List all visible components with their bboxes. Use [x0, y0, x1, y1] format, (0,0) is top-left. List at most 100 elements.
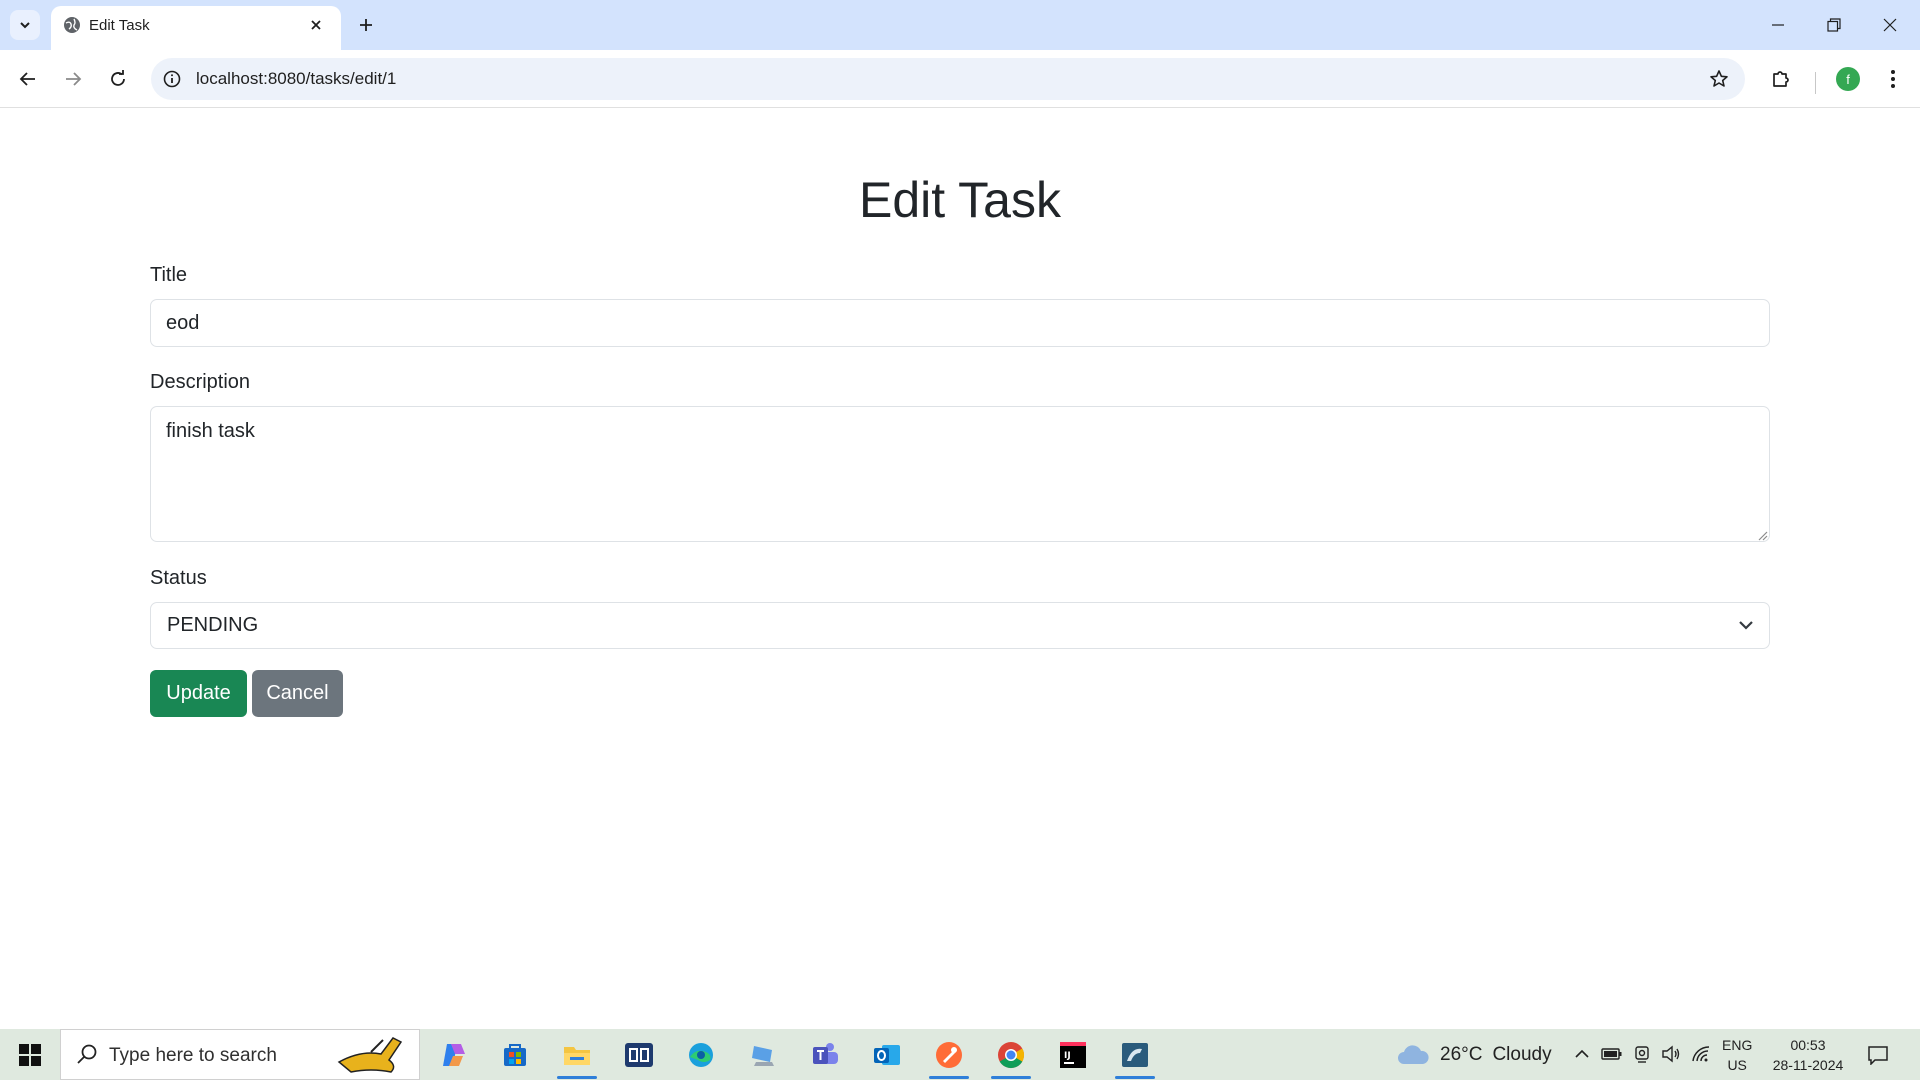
chrome-icon: [998, 1041, 1025, 1068]
chevron-up-icon: [1575, 1049, 1589, 1058]
browser-tabstrip: Edit Task: [0, 0, 1920, 50]
speaker-icon: [1662, 1045, 1680, 1063]
battery-icon: [1601, 1048, 1622, 1060]
notification-center-button[interactable]: [1864, 1041, 1892, 1069]
active-indicator: [929, 1076, 969, 1079]
battery-status[interactable]: [1601, 1043, 1623, 1065]
teams-app[interactable]: [798, 1029, 852, 1080]
address-bar[interactable]: localhost:8080/tasks/edit/1: [151, 58, 1745, 100]
active-indicator: [557, 1076, 597, 1079]
new-tab-button[interactable]: [351, 10, 381, 40]
close-icon: [1883, 18, 1897, 32]
wifi-icon: [1692, 1046, 1710, 1062]
file-explorer-icon: [564, 1046, 590, 1065]
description-textarea[interactable]: finish task: [150, 406, 1770, 542]
weather-condition: Cloudy: [1492, 1043, 1552, 1065]
update-button[interactable]: Update: [150, 670, 247, 717]
active-indicator: [1115, 1076, 1155, 1079]
show-hidden-icons-button[interactable]: [1571, 1043, 1593, 1065]
meet-now[interactable]: [1631, 1043, 1653, 1065]
dell-app[interactable]: [612, 1029, 666, 1080]
dell-icon: [625, 1042, 653, 1067]
weather-temperature: 26°C: [1440, 1043, 1483, 1065]
outlook-icon: [874, 1044, 900, 1065]
store-icon: [504, 1043, 526, 1066]
title-label: Title: [150, 264, 188, 286]
arrow-right-icon: [66, 72, 82, 86]
resize-grip-icon[interactable]: [1756, 529, 1768, 541]
chevron-down-icon: [1739, 621, 1753, 630]
remote-desktop-app[interactable]: [736, 1029, 790, 1080]
network-status[interactable]: [1690, 1043, 1712, 1065]
copilot-icon: [443, 1043, 465, 1066]
teams-icon: [813, 1042, 838, 1064]
remote-desktop-icon: [752, 1045, 774, 1066]
restore-button[interactable]: [1806, 0, 1862, 50]
weather-widget[interactable]: 26°C Cloudy: [1396, 1029, 1552, 1080]
copilot-app[interactable]: [427, 1029, 481, 1080]
status-label: Status: [150, 567, 207, 589]
start-button[interactable]: [0, 1029, 60, 1080]
taskbar-search-box[interactable]: Type here to search: [60, 1029, 420, 1080]
back-button[interactable]: [10, 61, 46, 97]
url-text[interactable]: localhost:8080/tasks/edit/1: [196, 69, 396, 89]
chevron-down-icon: [20, 22, 30, 29]
minimize-button[interactable]: [1750, 0, 1806, 50]
page-title: Edit Task: [859, 172, 1061, 228]
taskbar: Type here to search IJ 26°C Cloudy ENG U…: [0, 1029, 1920, 1080]
file-explorer-app[interactable]: [550, 1029, 604, 1080]
plus-icon: [360, 19, 372, 31]
extensions-button[interactable]: [1763, 61, 1799, 97]
description-label: Description: [150, 371, 251, 393]
status-selected-value: PENDING: [167, 614, 259, 636]
title-input[interactable]: eod: [150, 299, 1770, 347]
notification-icon: [1868, 1046, 1888, 1065]
search-icon: [77, 1044, 97, 1064]
site-info-icon[interactable]: [161, 68, 183, 90]
mysql-workbench-app[interactable]: [1108, 1029, 1162, 1080]
tab-search-button[interactable]: [10, 10, 40, 40]
more-vertical-icon: [1891, 70, 1895, 88]
search-highlight-icon: [337, 1037, 403, 1073]
tab-title: Edit Task: [89, 17, 150, 34]
profile-button[interactable]: f: [1830, 61, 1866, 97]
bookmark-star-icon[interactable]: [1707, 67, 1731, 91]
globe-icon: [64, 17, 80, 33]
reload-button[interactable]: [100, 61, 136, 97]
close-window-button[interactable]: [1862, 0, 1918, 50]
close-icon: [311, 20, 321, 30]
search-placeholder: Type here to search: [109, 1045, 277, 1066]
outlook-app[interactable]: [860, 1029, 914, 1080]
svg-text:IJ: IJ: [1064, 1051, 1071, 1061]
avatar: f: [1836, 67, 1860, 91]
puzzle-icon: [1773, 71, 1789, 87]
store-app[interactable]: [488, 1029, 542, 1080]
status-select[interactable]: PENDING: [150, 602, 1770, 649]
windows-logo-icon: [19, 1043, 41, 1066]
system-clock[interactable]: 00:53 28-11-2024: [1765, 1035, 1851, 1075]
clock-time: 00:53: [1790, 1037, 1826, 1053]
browser-tab-active[interactable]: Edit Task: [51, 6, 341, 50]
input-language[interactable]: ENG US: [1722, 1035, 1752, 1075]
postman-icon: [936, 1041, 962, 1068]
browser-toolbar: localhost:8080/tasks/edit/1 f: [0, 50, 1920, 108]
forward-button[interactable]: [55, 61, 91, 97]
intellij-icon: IJ: [1060, 1041, 1086, 1068]
cloud-icon: [1398, 1044, 1429, 1064]
minimize-icon: [1772, 24, 1784, 26]
toolbar-divider: [1815, 72, 1816, 94]
arrow-left-icon: [19, 72, 35, 86]
browser-menu-button[interactable]: [1875, 61, 1911, 97]
volume-control[interactable]: [1660, 1043, 1682, 1065]
cancel-button[interactable]: Cancel: [252, 670, 343, 717]
restore-icon: [1827, 18, 1841, 32]
reload-icon: [111, 70, 125, 86]
mysql-workbench-icon: [1122, 1042, 1148, 1067]
tab-close-button[interactable]: [303, 12, 329, 38]
camera-icon: [1635, 1046, 1649, 1063]
intellij-app[interactable]: IJ: [1046, 1029, 1100, 1080]
chrome-app[interactable]: [984, 1029, 1038, 1080]
edge-app[interactable]: [674, 1029, 728, 1080]
postman-app[interactable]: [922, 1029, 976, 1080]
clock-date: 28-11-2024: [1772, 1057, 1844, 1073]
